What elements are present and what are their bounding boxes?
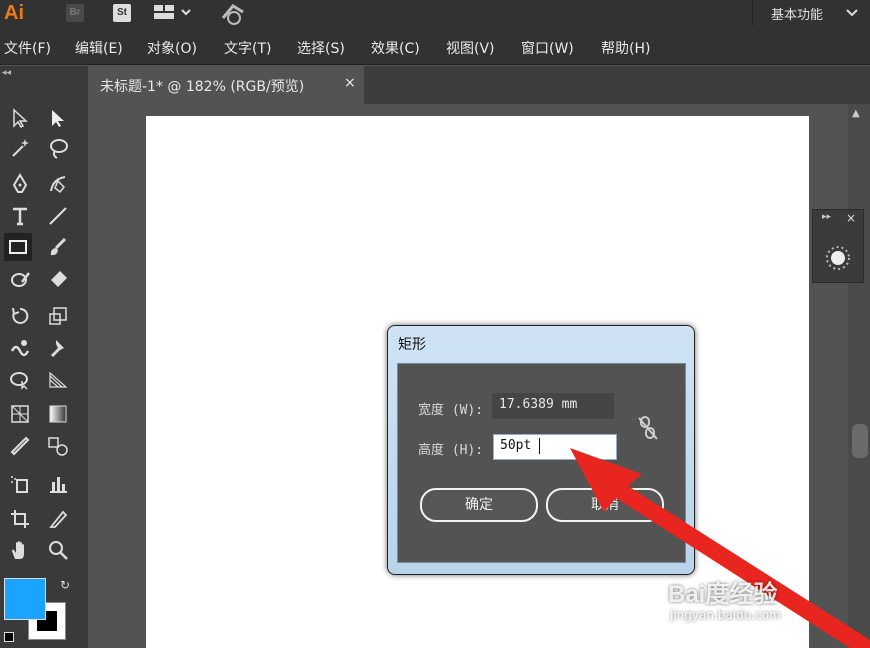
dialog-title: 矩形 [398,337,426,353]
zoom-tool-icon[interactable] [44,536,72,564]
document-tab-title: 未标题-1* @ 182% (RGB/预览) [100,79,305,95]
width-field[interactable]: 17.6389 mm [492,393,614,419]
gpu-performance-icon[interactable] [220,2,246,30]
type-tool-icon[interactable] [6,202,34,230]
text-cursor [539,438,540,454]
menu-file[interactable]: 文件(F) [4,38,51,58]
bridge-badge[interactable]: Br [66,4,84,22]
close-tab-icon[interactable]: × [344,75,356,91]
pen-tool-icon[interactable] [6,170,34,198]
menu-type[interactable]: 文字(T) [224,38,271,58]
width-label: 宽度 (W): [418,403,484,418]
hand-tool-icon[interactable] [6,536,34,564]
menu-object[interactable]: 对象(O) [147,38,197,58]
curvature-tool-icon[interactable] [44,170,72,198]
scale-tool-icon[interactable] [44,302,72,330]
width-value: 17.6389 mm [499,397,578,412]
rectangle-tool-icon[interactable] [4,233,32,261]
free-transform-tool-icon[interactable] [6,365,34,393]
perspective-grid-tool-icon[interactable] [44,365,72,393]
artboard-tool-icon[interactable] [6,505,34,533]
ok-button[interactable]: 确定 [420,488,538,522]
menu-select[interactable]: 选择(S) [297,38,345,58]
menu-effect[interactable]: 效果(C) [371,38,420,58]
lasso-tool-icon[interactable] [44,134,72,162]
blend-tool-icon[interactable] [44,432,72,460]
swap-colors-icon[interactable]: ↻ [60,578,70,592]
scroll-up-icon[interactable]: ▲ [852,108,860,119]
watermark-url: jingyan.baidu.com [670,608,781,622]
arrange-documents-icon[interactable] [154,4,194,26]
height-value: 50pt [500,438,532,453]
gradient-tool-icon[interactable] [44,400,72,428]
brightness-icon[interactable] [824,244,852,276]
menu-bar [0,30,870,65]
menu-window[interactable]: 窗口(W) [521,38,574,58]
menu-view[interactable]: 视图(V) [446,38,495,58]
mesh-tool-icon[interactable] [6,400,34,428]
height-label: 高度 (H): [418,443,484,458]
watermark-logo: Bai度经验 [668,581,778,608]
puppet-warp-tool-icon[interactable] [44,334,72,362]
magic-wand-tool-icon[interactable] [6,134,34,162]
selection-tool-icon[interactable] [6,104,34,132]
slice-tool-icon[interactable] [44,505,72,533]
warp-tool-icon[interactable] [6,334,34,362]
rotate-tool-icon[interactable] [6,302,34,330]
chevron-down-icon [846,9,858,17]
default-colors-icon[interactable] [4,632,14,642]
eyedropper-tool-icon[interactable] [6,432,34,460]
fill-swatch-front[interactable] [4,578,46,620]
workspace-label: 基本功能 [771,8,824,23]
expand-panel-icon[interactable]: ▸▸ [822,212,831,222]
app-logo: Ai [4,2,24,24]
symbol-sprayer-tool-icon[interactable] [6,470,34,498]
workspace-switcher[interactable]: 基本功能 [752,0,870,26]
menu-help[interactable]: 帮助(H) [601,38,650,58]
close-panel-icon[interactable]: × [846,211,856,225]
direct-selection-tool-icon[interactable] [44,104,72,132]
stock-badge[interactable]: St [113,4,131,22]
eraser-tool-icon[interactable] [44,265,72,293]
graph-tool-icon[interactable] [44,470,72,498]
collapse-panel-icon[interactable]: ◂◂ [2,68,11,78]
menu-edit[interactable]: 编辑(E) [75,38,123,58]
paintbrush-tool-icon[interactable] [44,233,72,261]
line-tool-icon[interactable] [44,202,72,230]
shaper-tool-icon[interactable] [6,265,34,293]
